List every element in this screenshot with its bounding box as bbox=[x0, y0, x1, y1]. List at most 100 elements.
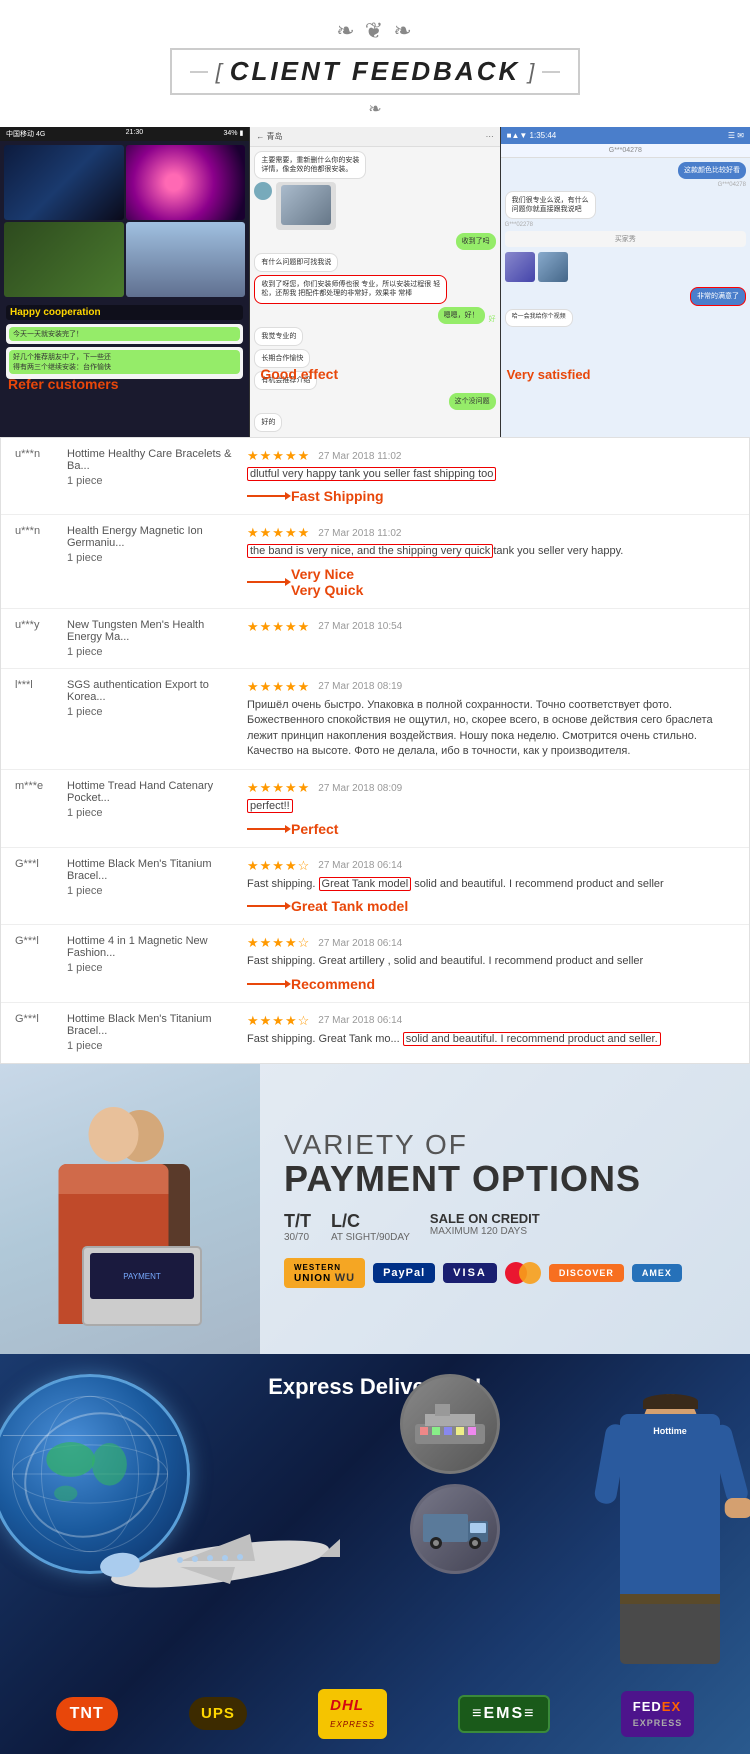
arrow-icon-7 bbox=[247, 983, 287, 985]
status-bar-1: 中国移动 4G 21:30 34% ▮ bbox=[0, 127, 249, 141]
review-top-7: ★★★★☆ 27 Mar 2018 06:14 bbox=[247, 935, 735, 951]
review-user-8: G***l bbox=[15, 1013, 67, 1025]
panel2-header: ← 青岛 ··· bbox=[250, 127, 499, 147]
review-right-5: ★★★★★ 27 Mar 2018 08:09 perfect!! Perfec… bbox=[247, 780, 735, 836]
review-right-4: ★★★★★ 27 Mar 2018 08:19 Пришёл очень быс… bbox=[247, 679, 735, 760]
arrow-icon-6 bbox=[247, 905, 287, 907]
ems-logo: ≡EMS≡ bbox=[458, 1695, 549, 1733]
review-top-3: ★★★★★ 27 Mar 2018 10:54 bbox=[247, 619, 735, 635]
man-arm-right bbox=[708, 1422, 750, 1505]
photo-thumb-1 bbox=[4, 145, 124, 220]
western-union-logo: WESTERN UNION WU bbox=[284, 1258, 365, 1288]
ups-logo: UPS bbox=[189, 1697, 247, 1730]
photo-thumb-4 bbox=[126, 222, 246, 297]
dhl-logo: DHLEXPRESS bbox=[318, 1689, 387, 1739]
p3-bubble-r2: 非常的满意了 bbox=[690, 287, 746, 306]
review-text-8: Fast shipping. Great Tank mo... solid an… bbox=[247, 1032, 735, 1047]
delivery-section: Express Delivery.....! bbox=[0, 1354, 750, 1754]
review-date-7: 27 Mar 2018 06:14 bbox=[318, 938, 402, 949]
courier-logos-bar: TNT UPS DHLEXPRESS ≡EMS≡ FedEx Express bbox=[0, 1689, 750, 1739]
ann-label-6: Great Tank model bbox=[291, 898, 408, 914]
chat-bubble-l7: 好的 bbox=[254, 413, 282, 432]
payment-method-lc: L/C AT SIGHT/90DAY bbox=[331, 1211, 410, 1244]
happy-coop-label: Happy cooperation bbox=[6, 305, 243, 320]
review-date-2: 27 Mar 2018 11:02 bbox=[318, 528, 401, 539]
title-bracket-left: [ bbox=[216, 59, 222, 85]
stars-1: ★★★★★ bbox=[247, 448, 310, 464]
chat-bubble: 主要需要，重新删什么你的安装详情，像金效的他都很安装。 bbox=[254, 151, 366, 179]
chat-bubble-l4: 我觉专业的 bbox=[254, 327, 303, 346]
truck-graphic bbox=[410, 1484, 500, 1574]
review-right-1: ★★★★★ 27 Mar 2018 11:02 dlutful very hap… bbox=[247, 448, 735, 504]
payment-method-credit: SALE ON CREDIT MAXIMUM 120 DAYS bbox=[430, 1211, 540, 1244]
visa-logo: VISA bbox=[443, 1263, 497, 1283]
review-row-6: G***l Hottime Black Men's Titanium Brace… bbox=[1, 848, 749, 925]
review-user-3: u***y bbox=[15, 619, 67, 631]
man-belt bbox=[620, 1594, 720, 1604]
review-user-4: l***l bbox=[15, 679, 67, 691]
arrow-icon-5 bbox=[247, 828, 287, 830]
review-date-1: 27 Mar 2018 11:02 bbox=[318, 451, 401, 462]
man-arm-left bbox=[593, 1422, 629, 1505]
review-product-6: Hottime Black Men's Titanium Bracel... 1… bbox=[67, 858, 247, 897]
chat-panel-3: ■▲▼ 1:35:44 ☰ ✉ G***04278 这款颜色比较好看 G***0… bbox=[501, 127, 750, 437]
stars-5: ★★★★★ bbox=[247, 780, 310, 796]
review-right-6: ★★★★☆ 27 Mar 2018 06:14 Fast shipping. G… bbox=[247, 858, 735, 914]
review-text-5: perfect!! bbox=[247, 799, 735, 814]
paypal-logo: PayPal bbox=[373, 1263, 435, 1283]
man-hair bbox=[643, 1394, 698, 1409]
ann-label-1: Fast Shipping bbox=[291, 488, 384, 504]
review-product-4: SGS authentication Export to Korea... 1 … bbox=[67, 679, 247, 718]
review-product-7: Hottime 4 in 1 Magnetic New Fashion... 1… bbox=[67, 935, 247, 974]
review-date-3: 27 Mar 2018 10:54 bbox=[318, 621, 402, 632]
review-text-7: Fast shipping. Great artillery , solid a… bbox=[247, 954, 735, 969]
review-date-5: 27 Mar 2018 08:09 bbox=[318, 783, 402, 794]
review-top-6: ★★★★☆ 27 Mar 2018 06:14 bbox=[247, 858, 735, 874]
payment-person-area: PAYMENT bbox=[0, 1064, 260, 1354]
photo-thumb-2 bbox=[126, 145, 246, 220]
stars-7: ★★★★☆ bbox=[247, 935, 310, 951]
review-user-6: G***l bbox=[15, 858, 67, 870]
payment-methods: T/T 30/70 L/C AT SIGHT/90DAY SALE ON CRE… bbox=[284, 1211, 726, 1244]
review-row-4: l***l SGS authentication Export to Korea… bbox=[1, 669, 749, 771]
amex-logo: AMEX bbox=[632, 1264, 682, 1282]
man-pants bbox=[620, 1604, 720, 1664]
review-top-8: ★★★★☆ 27 Mar 2018 06:14 bbox=[247, 1013, 735, 1029]
review-user-2: u***n bbox=[15, 525, 67, 537]
payment-method-tt: T/T 30/70 bbox=[284, 1211, 311, 1244]
stars-3: ★★★★★ bbox=[247, 619, 310, 635]
title-frame: [ CLIENT FEEDBACK ] bbox=[170, 48, 581, 95]
review-row-8: G***l Hottime Black Men's Titanium Brace… bbox=[1, 1003, 749, 1063]
ornament-top: ❧ ❦ ❧ bbox=[0, 18, 750, 44]
laptop: PAYMENT bbox=[82, 1246, 202, 1326]
review-product-1: Hottime Healthy Care Bracelets & Ba... 1… bbox=[67, 448, 247, 487]
ann-label-2: Very Nice Very Quick bbox=[291, 566, 363, 598]
page-title: CLIENT FEEDBACK bbox=[230, 56, 521, 87]
review-text-1: dlutful very happy tank you seller fast … bbox=[247, 467, 735, 482]
stars-6: ★★★★☆ bbox=[247, 858, 310, 874]
man-hand bbox=[725, 1497, 750, 1517]
annotation-7: Recommend bbox=[247, 976, 735, 992]
container-ship-graphic bbox=[400, 1374, 500, 1474]
person-head-front bbox=[89, 1107, 139, 1162]
payment-section: PAYMENT VARIETY OF PAYMENT OPTIONS T/T 3… bbox=[0, 1064, 750, 1354]
airplane-graphic bbox=[100, 1519, 340, 1604]
review-product-8: Hottime Black Men's Titanium Bracel... 1… bbox=[67, 1013, 247, 1052]
person-shoulder bbox=[59, 1164, 169, 1194]
review-right-8: ★★★★☆ 27 Mar 2018 06:14 Fast shipping. G… bbox=[247, 1013, 735, 1047]
client-feedback-section: ❧ ❦ ❧ [ CLIENT FEEDBACK ] ❧ bbox=[0, 0, 750, 127]
chat-bubble-r2: 嗯嗯，好！ bbox=[438, 307, 485, 324]
review-right-2: ★★★★★ 27 Mar 2018 11:02 the band is very… bbox=[247, 525, 735, 597]
panel3-chat: 这款颜色比较好看 G***04278 我们很专业么说，有什么问题你就直接跟我说吧… bbox=[501, 158, 750, 437]
review-date-4: 27 Mar 2018 08:19 bbox=[318, 681, 402, 692]
chat-bubble-l2: 有什么问题即可找我说 bbox=[254, 253, 338, 272]
very-satisfied-label: Very satisfied bbox=[507, 367, 591, 382]
review-text-6: Fast shipping. Great Tank model solid an… bbox=[247, 877, 735, 892]
review-text-4: Пришёл очень быстро. Упаковка в полной с… bbox=[247, 698, 735, 760]
refer-customers-label: Refer customers bbox=[8, 376, 119, 392]
laptop-screen: PAYMENT bbox=[90, 1253, 194, 1299]
review-right-7: ★★★★☆ 27 Mar 2018 06:14 Fast shipping. G… bbox=[247, 935, 735, 991]
review-row-7: G***l Hottime 4 in 1 Magnetic New Fashio… bbox=[1, 925, 749, 1002]
payment-logos: WESTERN UNION WU PayPal VISA DISCOVER AM… bbox=[284, 1258, 726, 1288]
review-right-3: ★★★★★ 27 Mar 2018 10:54 bbox=[247, 619, 735, 635]
